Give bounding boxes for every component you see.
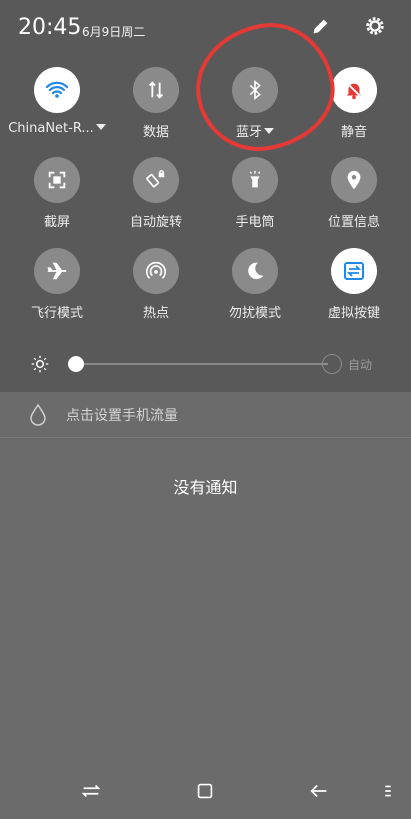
- tile-hotspot[interactable]: 热点: [106, 248, 206, 321]
- virtual-keys-tile-button[interactable]: [331, 248, 377, 294]
- nav-home-icon[interactable]: [194, 780, 216, 802]
- flashlight-tile-button[interactable]: [232, 157, 278, 203]
- auto-brightness-label: 自动: [348, 358, 373, 372]
- nav-back-icon[interactable]: [308, 780, 330, 802]
- screenshot-icon: [48, 171, 66, 189]
- tile-label: 热点: [142, 306, 169, 321]
- virtual-keys-icon: [344, 262, 364, 280]
- brightness-sun-icon: [31, 355, 49, 373]
- tile-label: 手电筒: [235, 215, 275, 230]
- wifi-tile-button[interactable]: [34, 67, 80, 113]
- tile-wifi[interactable]: ChinaNet-R...: [7, 67, 107, 136]
- data-tile-button[interactable]: [133, 67, 179, 113]
- wifi-icon: [45, 81, 69, 98]
- data-usage-label: 点击设置手机流量: [66, 408, 178, 424]
- tile-screenshot[interactable]: 截屏: [7, 157, 107, 230]
- location-pin-icon: [347, 170, 361, 190]
- tile-label: 截屏: [43, 215, 70, 230]
- tile-label: 飞行模式: [30, 306, 83, 321]
- nav-menu-icon[interactable]: [384, 780, 392, 802]
- tile-flashlight[interactable]: 手电筒: [205, 157, 305, 230]
- auto-rotate-tile-button[interactable]: [133, 157, 179, 203]
- status-date: 6月9日周二: [82, 25, 146, 39]
- hotspot-icon: [146, 261, 166, 279]
- tile-virtual-keys[interactable]: 虚拟按键: [304, 248, 404, 321]
- brightness-row: 自动: [30, 352, 390, 376]
- airplane-tile-button[interactable]: [34, 248, 80, 294]
- mute-tile-button[interactable]: [331, 67, 377, 113]
- data-arrows-icon: [148, 81, 164, 99]
- settings-gear-icon[interactable]: [364, 15, 386, 37]
- tile-do-not-disturb[interactable]: 勿扰模式: [205, 248, 305, 321]
- tile-label: ChinaNet-R...: [7, 121, 107, 136]
- tile-label: 虚拟按键: [327, 306, 380, 321]
- tile-label: 位置信息: [327, 215, 380, 230]
- moon-icon: [248, 262, 264, 280]
- tile-airplane[interactable]: 飞行模式: [7, 248, 107, 321]
- dropdown-caret-icon[interactable]: [95, 124, 106, 130]
- flashlight-icon: [249, 170, 261, 188]
- tile-label: 数据: [142, 125, 169, 140]
- airplane-icon: [47, 262, 67, 280]
- brightness-slider-track[interactable]: [76, 363, 328, 365]
- screenshot-tile-button[interactable]: [34, 157, 80, 203]
- edit-pencil-icon[interactable]: [310, 15, 332, 37]
- location-tile-button[interactable]: [331, 157, 377, 203]
- data-usage-row[interactable]: 点击设置手机流量: [0, 393, 411, 438]
- hotspot-tile-button[interactable]: [133, 248, 179, 294]
- tile-label: 自动旋转: [129, 215, 182, 230]
- brightness-slider-thumb[interactable]: [68, 356, 84, 372]
- bell-muted-icon: [346, 82, 362, 100]
- rotate-lock-icon: [146, 170, 165, 188]
- tile-label: 勿扰模式: [228, 306, 281, 321]
- tile-data[interactable]: 数据: [106, 67, 206, 140]
- no-notifications-text: 没有通知: [173, 478, 238, 497]
- dnd-tile-button[interactable]: [232, 248, 278, 294]
- auto-brightness-checkbox[interactable]: [322, 354, 342, 374]
- tile-auto-rotate[interactable]: 自动旋转: [106, 157, 206, 230]
- tile-location[interactable]: 位置信息: [304, 157, 404, 230]
- nav-switch-icon[interactable]: [80, 780, 102, 802]
- status-time: 20:45: [18, 15, 82, 40]
- water-drop-icon: [30, 403, 46, 426]
